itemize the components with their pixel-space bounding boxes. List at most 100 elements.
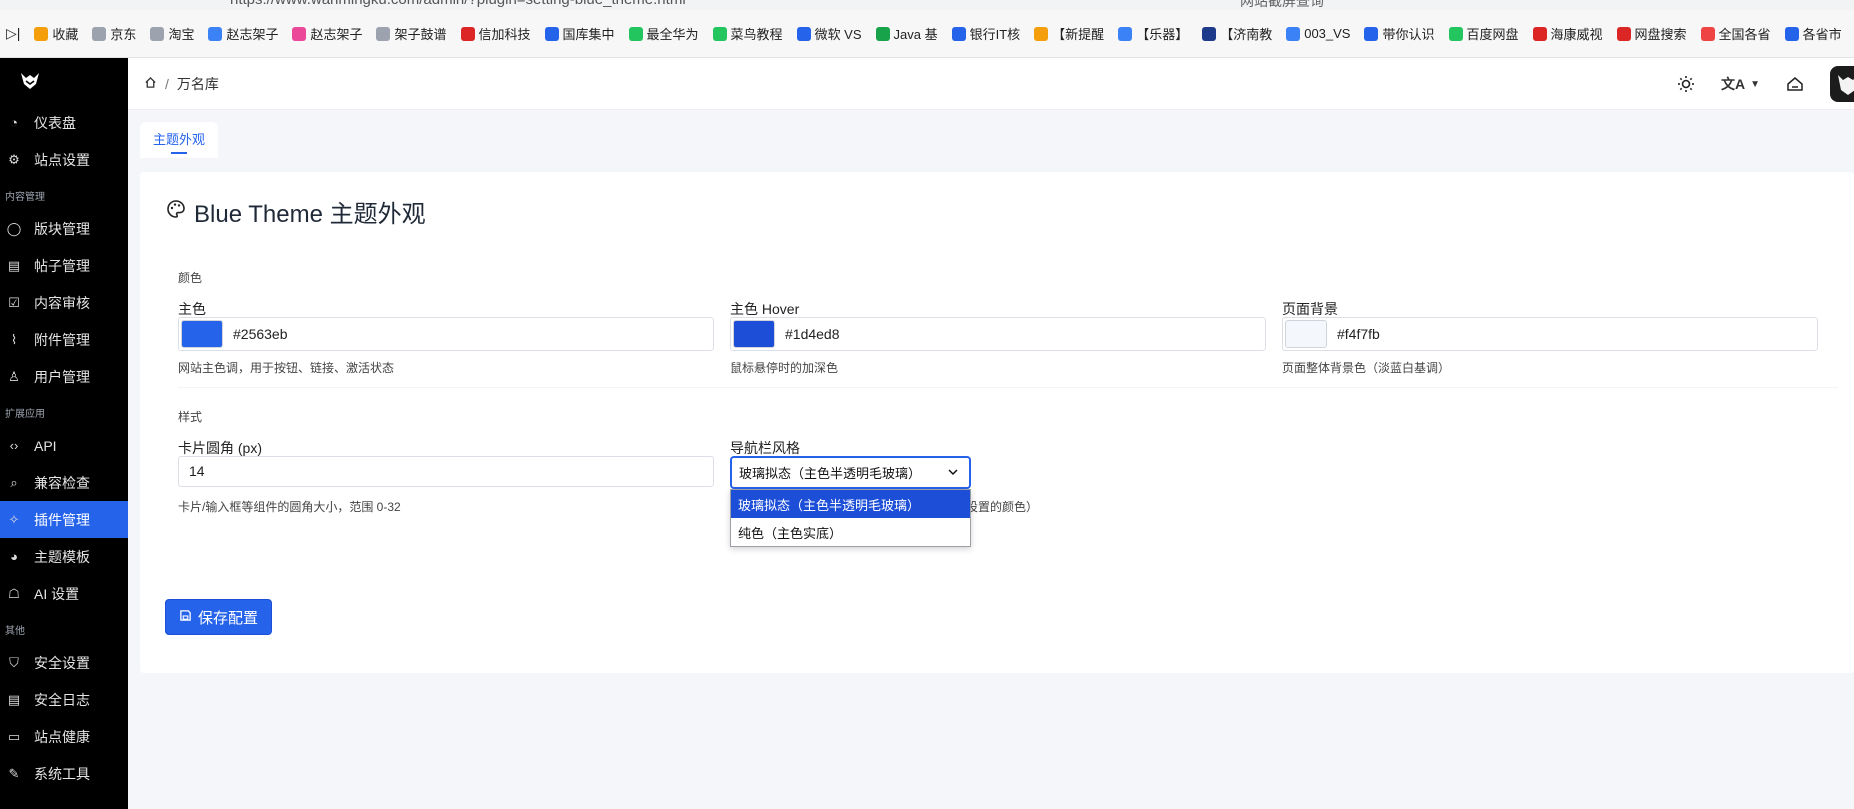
sidebar-item[interactable]: ▭ 站点健康 (0, 718, 128, 755)
bookmark-item[interactable]: 菜鸟教程 (712, 24, 783, 43)
sidebar-item[interactable]: ☑ 内容审核 (0, 284, 128, 321)
sidebar-item[interactable]: ▤ 帖子管理 (0, 247, 128, 284)
bookmark-item[interactable]: 【乐器】 (1118, 24, 1188, 43)
save-button-label: 保存配置 (198, 609, 259, 627)
app-logo[interactable] (0, 58, 128, 104)
tab-theme-appearance[interactable]: 主题外观 (153, 122, 205, 158)
bookmark-item[interactable]: 赵志架子 (208, 24, 278, 43)
navbar-option-solid[interactable]: 纯色（主色实底） (731, 518, 970, 546)
bookmark-favicon-icon (1784, 26, 1799, 41)
bookmark-item[interactable]: 京东 (92, 24, 136, 43)
bookmark-label: Java 基 (893, 27, 938, 42)
bookmark-item[interactable]: 003_VS (1286, 26, 1350, 41)
bookmark-favicon-icon (1448, 26, 1463, 41)
bookmark-item[interactable]: 国库集中 (544, 24, 615, 43)
sidebar-item[interactable]: ✧ 插件管理 (0, 501, 128, 538)
home-icon[interactable] (144, 76, 157, 92)
primary-color-swatch[interactable] (181, 320, 223, 348)
bookmark-item[interactable]: 网盘搜索 (1616, 24, 1687, 43)
sidebar-toggle-icon[interactable]: ▷| (6, 25, 20, 42)
bookmark-item[interactable]: 赵志架子 (292, 24, 362, 43)
page-bg-value[interactable]: #f4f7fb (1337, 326, 1380, 342)
address-bar[interactable]: https://www.wanmingku.com/admin/?plugin=… (230, 0, 686, 8)
sidebar-item[interactable]: ▤ 安全日志 (0, 681, 128, 718)
page-bg-help: 页面整体背景色（淡蓝白基调） (1282, 361, 1451, 375)
page-bg-input[interactable]: #f4f7fb (1282, 317, 1818, 351)
sidebar-item[interactable]: ⌇ 附件管理 (0, 321, 128, 358)
code-icon: ‹› (9, 438, 19, 453)
radius-label: 卡片圆角 (px) (178, 440, 262, 456)
bookmark-item[interactable]: 银行IT核 (951, 24, 1020, 43)
palette-icon: ◕ (10, 549, 18, 564)
primary-hover-value[interactable]: #1d4ed8 (785, 326, 840, 342)
bookmark-item[interactable]: 【新提醒 (1034, 24, 1104, 43)
primary-color-value[interactable]: #2563eb (233, 326, 288, 342)
bookmark-favicon-icon (951, 26, 966, 41)
bookmark-item[interactable]: 带你认识 (1364, 24, 1435, 43)
bookmark-item[interactable]: 各省市 (1784, 24, 1842, 43)
primary-hover-label: 主色 Hover (730, 301, 800, 317)
sidebar-item[interactable]: ‹› API (0, 427, 128, 464)
sidebar-item[interactable]: ⛉ 安全设置 (0, 644, 128, 681)
sidebar: ◔ 仪表盘 ⚙ 站点设置 内容管理 ◯ 版块管理 ▤ 帖子管理 ☑ 内容审核 ⌇ 附件管理 ♙ 用户管理 扩展… (0, 58, 128, 809)
sidebar-item[interactable]: ◔ 仪表盘 (0, 104, 128, 141)
bookmark-item[interactable]: 百度网盘 (1448, 24, 1519, 43)
bookmark-label: 网盘搜索 (1634, 27, 1687, 42)
home-site-icon[interactable] (1786, 75, 1804, 93)
radius-input[interactable]: 14 (178, 456, 714, 487)
language-switch-icon[interactable]: 文A ▼ (1721, 74, 1760, 94)
puzzle-icon: ✧ (8, 511, 20, 527)
page-bg-field: 页面背景 #f4f7fb 页面整体背景色（淡蓝白基调） (1282, 299, 1818, 375)
sidebar-item[interactable]: ◕ 主题模板 (0, 538, 128, 575)
header-actions: 文A▼ 0 (1677, 58, 1854, 110)
sidebar-item[interactable]: ⚙ 站点设置 (0, 141, 128, 178)
style-section: 样式 卡片圆角 (px) 14 卡片/输入框等组件的圆角大小，范围 0-32 导… (178, 408, 1838, 547)
bookmark-label: 信加科技 (478, 27, 531, 42)
search-icon: ⌕ (10, 474, 18, 490)
palette-icon (166, 198, 186, 226)
sidebar-item[interactable]: ⌕ 兼容检查 (0, 464, 128, 501)
bookmark-item[interactable]: 全国各省 (1700, 24, 1771, 43)
save-button[interactable]: 保存配置 (165, 599, 273, 635)
theme-toggle-sun-icon[interactable] (1677, 75, 1695, 93)
sidebar-item-label: 安全设置 (34, 654, 90, 671)
sidebar-item[interactable]: ✎ 系统工具 (0, 755, 128, 792)
clipboard-check-icon: ☑ (8, 294, 20, 310)
navbar-style-field: 导航栏风格 玻璃拟态（主色半透明毛玻璃） 设置的颜色） 玻璃拟态（主色半透明毛玻… (730, 438, 1266, 547)
sidebar-item[interactable]: ♙ 用户管理 (0, 358, 128, 395)
navbar-style-select[interactable]: 玻璃拟态（主色半透明毛玻璃） (730, 456, 971, 489)
sidebar-item-label: 兼容检查 (34, 474, 90, 491)
bookmark-favicon-icon (1532, 26, 1547, 41)
bookmark-item[interactable]: 架子鼓谱 (376, 24, 447, 43)
primary-hover-input[interactable]: #1d4ed8 (730, 317, 1266, 351)
logo-icon (21, 73, 39, 89)
chat-bubble-icon: ◯ (6, 220, 22, 236)
sidebar-item-label: 附件管理 (34, 331, 90, 348)
bookmark-favicon-icon (1364, 26, 1379, 41)
primary-hover-swatch[interactable] (733, 320, 775, 348)
bookmark-favicon-icon (628, 26, 643, 41)
tab-bar: 主题外观 (140, 122, 219, 158)
bookmark-item[interactable]: 海康威视 (1532, 24, 1603, 43)
bookmark-item[interactable]: Java 基 (875, 24, 938, 43)
radius-field: 卡片圆角 (px) 14 卡片/输入框等组件的圆角大小，范围 0-32 (178, 438, 714, 514)
bookmark-item[interactable]: 最全华为 (628, 24, 699, 43)
bookmark-item[interactable]: 信加科技 (460, 24, 531, 43)
bookmark-item[interactable]: 【济南教 (1202, 24, 1272, 43)
sidebar-item[interactable]: ◯ 版块管理 (0, 210, 128, 247)
primary-color-input[interactable]: #2563eb (178, 317, 714, 351)
bookmark-label: 百度网盘 (1466, 27, 1519, 42)
primary-color-label: 主色 (178, 301, 206, 317)
navbar-option-glass[interactable]: 玻璃拟态（主色半透明毛玻璃） (731, 490, 970, 518)
avatar[interactable]: 0 (1830, 66, 1854, 102)
bookmark-favicon-icon (34, 26, 49, 41)
bookmark-item[interactable]: 收藏 (34, 24, 78, 43)
bookmark-item[interactable]: 淘宝 (150, 24, 194, 43)
sidebar-item[interactable]: ☖ AI 设置 (0, 575, 128, 612)
save-icon (179, 609, 192, 626)
page-bg-swatch[interactable] (1285, 320, 1327, 348)
bookmark-item[interactable]: 微软 VS (796, 24, 862, 43)
bookmark-favicon-icon (376, 26, 391, 41)
sidebar-item-label: 版块管理 (34, 220, 90, 237)
browser-search-box[interactable]: 网站截屏查询 (1240, 0, 1324, 10)
